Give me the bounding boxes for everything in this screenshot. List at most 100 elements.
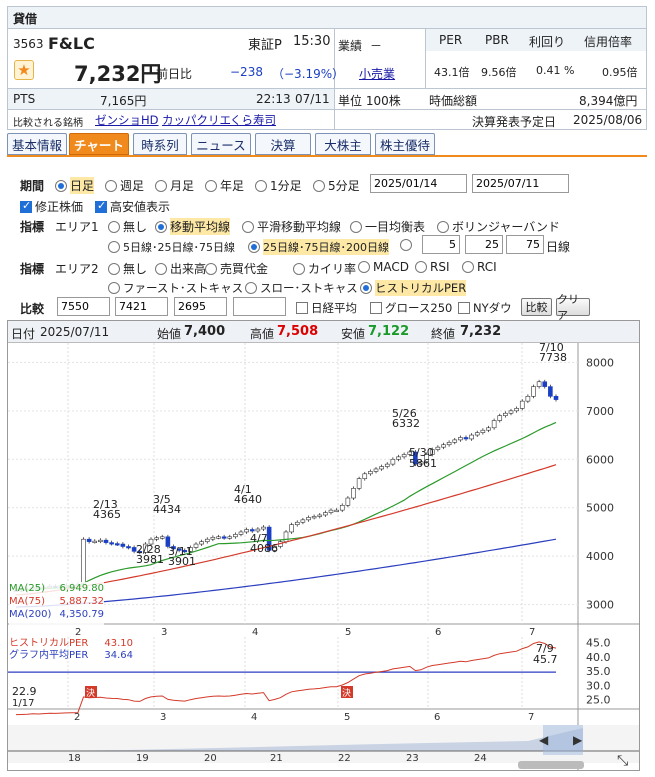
nydow-checkbox[interactable]: NYダウ: [458, 300, 512, 316]
per-avg-value: 34.64: [104, 650, 133, 661]
ma75-label: MA(75): [9, 596, 45, 607]
expand-icon[interactable]: ⤡: [617, 753, 628, 769]
marketcap: 8,394億円: [579, 94, 638, 108]
period-5min[interactable]: 5分足: [313, 177, 360, 194]
adjusted-price-checkbox[interactable]: 修正株価: [20, 198, 83, 215]
quote-time: 15:30: [293, 34, 331, 49]
tab-earnings[interactable]: 決算: [255, 133, 311, 155]
indicator-label-2: 指標: [20, 262, 45, 276]
y-tick-label: 7000: [586, 405, 614, 418]
per-y-tick: 35.0: [586, 665, 611, 678]
pts-label: PTS: [13, 92, 36, 106]
period-yearly[interactable]: 年足: [205, 177, 244, 194]
candle: [255, 528, 261, 532]
period-daily[interactable]: 日足: [55, 177, 95, 194]
timeline-label: 18: [68, 753, 81, 764]
candle: [120, 543, 126, 547]
area2-deviation[interactable]: カイリ率: [293, 260, 356, 277]
area2-volume[interactable]: 出来高: [155, 260, 206, 277]
ma-input-2[interactable]: [465, 235, 503, 254]
compare-input-4[interactable]: [233, 297, 286, 316]
tab-benefits[interactable]: 株主優待: [375, 133, 435, 155]
ma-option-custom[interactable]: [400, 239, 415, 251]
tab-news[interactable]: ニュース: [191, 133, 251, 155]
tab-timeseries[interactable]: 時系列: [133, 133, 187, 155]
tab-basic[interactable]: 基本情報: [7, 133, 67, 155]
price-chart[interactable]: 2 3 4 5 6 73000400050006000700080002/1343653/…: [8, 343, 639, 770]
candle: [249, 529, 255, 532]
compare-button[interactable]: 比較: [521, 298, 552, 316]
date-from-input[interactable]: [370, 174, 467, 193]
metric-yield: 0.41 %: [536, 64, 575, 77]
per-y-tick: 30.0: [586, 679, 611, 692]
highlow-checkbox[interactable]: 高安値表示: [95, 198, 170, 215]
candle: [193, 543, 199, 548]
area2-none[interactable]: 無し: [108, 260, 147, 277]
area1-ichimoku[interactable]: 一目均衡表: [350, 218, 425, 235]
candle: [351, 488, 356, 499]
nikkei-checkbox[interactable]: 日経平均: [296, 300, 357, 316]
scroll-left-handle[interactable]: ◀: [539, 733, 549, 747]
candle: [103, 539, 109, 543]
x-tick-label: 2: [74, 712, 80, 723]
area1-ema[interactable]: 平滑移動平均線: [242, 218, 341, 235]
pts-price: 7,165円: [100, 94, 147, 108]
scroll-right-handle[interactable]: ▶: [573, 733, 583, 747]
growth250-checkbox[interactable]: グロース250: [370, 300, 452, 316]
compare-input-2[interactable]: [115, 297, 168, 316]
candle: [328, 509, 334, 513]
date-to-input[interactable]: [472, 174, 569, 193]
x-tick-label: 7: [529, 627, 535, 638]
period-1min[interactable]: 1分足: [255, 177, 302, 194]
area2-slow-stoch[interactable]: スロー･ストキャス: [245, 280, 358, 296]
tab-chart[interactable]: チャート: [69, 133, 129, 155]
compare-link-3[interactable]: くら寿司: [230, 112, 276, 128]
area2-historical-per[interactable]: ヒストリカルPER: [360, 280, 467, 296]
compare-input-1[interactable]: [57, 297, 110, 316]
ma-option-1[interactable]: 5日線･25日線･75日線: [108, 239, 235, 255]
candle: [227, 536, 233, 539]
timeline-scrollbar[interactable]: [518, 761, 584, 769]
tab-underline: [7, 155, 647, 157]
candle: [390, 458, 396, 465]
clear-button[interactable]: クリア: [556, 293, 590, 322]
sector-link[interactable]: 小売業: [359, 65, 395, 82]
area1-ma[interactable]: 移動平均線: [155, 218, 231, 235]
area2-turnover[interactable]: 売買代金: [205, 260, 268, 277]
ma-option-2[interactable]: 25日線･75日線･200日線: [248, 239, 389, 255]
compare-link-1[interactable]: ゼンショHD: [95, 112, 159, 128]
area1-bollinger[interactable]: ボリンジャーバンド: [437, 218, 560, 235]
per-annot-value: 45.7: [533, 653, 558, 666]
annotation-value: 3901: [168, 555, 196, 568]
candle: [373, 468, 379, 472]
candle: [401, 454, 407, 458]
candle: [339, 505, 345, 511]
compare-input-3[interactable]: [174, 297, 227, 316]
area2-rci[interactable]: RCI: [462, 260, 497, 274]
area2-macd[interactable]: MACD: [358, 260, 409, 274]
compare-link-2[interactable]: カッパクリエ: [162, 112, 231, 128]
metric-per-label: PER: [439, 33, 463, 47]
x-tick-label: 2: [75, 627, 81, 638]
candle: [531, 386, 536, 397]
ma-input-3[interactable]: [506, 235, 544, 254]
candle: [452, 439, 458, 443]
annotation-value: 6332: [392, 417, 420, 430]
timeline-label: 23: [406, 753, 419, 764]
candle: [334, 509, 339, 512]
ma75-value: 5,887.32: [59, 596, 104, 607]
star-icon[interactable]: ★: [14, 60, 34, 80]
candle: [261, 526, 266, 530]
period-monthly[interactable]: 月足: [155, 177, 194, 194]
area2-fast-stoch[interactable]: ファースト･ストキャス: [108, 280, 243, 296]
candle: [491, 420, 497, 429]
ma-input-1[interactable]: [422, 235, 460, 254]
candle: [98, 539, 103, 542]
y-tick-label: 6000: [586, 453, 614, 466]
area2-rsi[interactable]: RSI: [415, 260, 450, 274]
timeline-label: 22: [338, 753, 351, 764]
tab-shareholders[interactable]: 大株主: [315, 133, 371, 155]
candle: [311, 516, 317, 519]
period-weekly[interactable]: 週足: [105, 177, 144, 194]
area1-none[interactable]: 無し: [108, 218, 147, 235]
